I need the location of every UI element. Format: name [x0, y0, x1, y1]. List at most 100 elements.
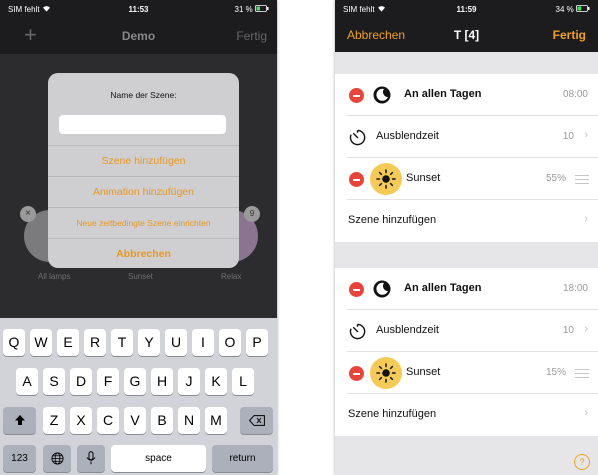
- key-z[interactable]: Z: [43, 407, 65, 434]
- battery-charging-icon: [255, 5, 269, 14]
- add-scene-button[interactable]: Szene hinzufügen: [48, 145, 239, 176]
- chevron-right-icon: ›: [584, 129, 588, 141]
- footer-area: [335, 436, 598, 475]
- sun-icon: [370, 163, 402, 195]
- fade-label: Ausblendzeit: [376, 130, 439, 142]
- key-a[interactable]: A: [16, 368, 38, 395]
- fade-time-row[interactable]: Ausblendzeit 10 ›: [335, 310, 598, 352]
- globe-key[interactable]: [43, 445, 71, 472]
- key-s[interactable]: S: [43, 368, 65, 395]
- scene-row[interactable]: Sunset 55%: [335, 158, 598, 200]
- add-animation-button[interactable]: Animation hinzufügen: [48, 176, 239, 207]
- backspace-key[interactable]: [240, 407, 273, 434]
- dictation-key[interactable]: [77, 445, 105, 472]
- battery-indicator: 31 %: [235, 5, 269, 14]
- fade-value: 10: [562, 131, 574, 142]
- microphone-icon: [86, 451, 96, 465]
- add-scene-row[interactable]: Szene hinzufügen ›: [335, 200, 598, 242]
- fade-time-row[interactable]: Ausblendzeit 10 ›: [335, 116, 598, 158]
- key-e[interactable]: E: [57, 329, 79, 356]
- scene-name: Sunset: [406, 366, 441, 378]
- scene-row[interactable]: Sunset 15%: [335, 352, 598, 394]
- add-scene-row[interactable]: Szene hinzufügen ›: [335, 394, 598, 436]
- keyboard: Q W E R T Y U I O P A S D F G H J K L Z …: [0, 318, 277, 475]
- schedule-row[interactable]: An allen Tagen 08:00: [335, 74, 598, 116]
- section-spacer: [335, 52, 598, 74]
- day-label: An allen Tagen: [404, 88, 482, 100]
- chevron-right-icon: ›: [584, 407, 588, 419]
- key-b[interactable]: B: [151, 407, 173, 434]
- chevron-right-icon: ›: [584, 323, 588, 335]
- key-r[interactable]: R: [84, 329, 106, 356]
- key-x[interactable]: X: [70, 407, 92, 434]
- scene-name-input[interactable]: [59, 115, 226, 134]
- key-y[interactable]: Y: [138, 329, 160, 356]
- timer-icon: [349, 323, 366, 340]
- key-h[interactable]: H: [151, 368, 173, 395]
- moon-icon: [373, 86, 391, 104]
- key-n[interactable]: N: [178, 407, 200, 434]
- space-key[interactable]: space: [111, 445, 206, 472]
- status-bar: SIM fehlt 11:59 34 %: [335, 0, 598, 18]
- done-button[interactable]: Fertig: [553, 28, 586, 42]
- scene-name: Sunset: [406, 172, 441, 184]
- close-icon[interactable]: ×: [20, 206, 36, 222]
- add-scene-label: Szene hinzufügen: [348, 408, 437, 420]
- battery-indicator: 34 %: [556, 5, 590, 14]
- shift-icon: [14, 415, 26, 426]
- key-g[interactable]: G: [124, 368, 146, 395]
- scene-label: Relax: [221, 272, 242, 281]
- key-q[interactable]: Q: [3, 329, 25, 356]
- add-timed-scene-button[interactable]: Neue zeitbedingte Szene einrichten: [48, 207, 239, 238]
- reorder-handle-icon[interactable]: [575, 369, 589, 380]
- shift-key[interactable]: [3, 407, 36, 434]
- scene-level: 55%: [545, 173, 566, 184]
- time-value: 08:00: [562, 89, 588, 100]
- delete-minus-icon[interactable]: [349, 366, 364, 381]
- globe-icon: [50, 452, 64, 465]
- fade-value: 10: [562, 325, 574, 336]
- key-o[interactable]: O: [219, 329, 241, 356]
- timer-icon: [349, 129, 366, 146]
- chevron-right-icon: ›: [584, 213, 588, 225]
- key-c[interactable]: C: [97, 407, 119, 434]
- sun-icon: [370, 357, 402, 389]
- numbers-key[interactable]: 123: [3, 445, 36, 472]
- cancel-button[interactable]: Abbrechen: [48, 238, 239, 268]
- key-w[interactable]: W: [30, 329, 52, 356]
- key-t[interactable]: T: [111, 329, 133, 356]
- key-k[interactable]: K: [205, 368, 227, 395]
- key-i[interactable]: I: [192, 329, 214, 356]
- right-phone-screen: SIM fehlt 11:59 34 % Abbrechen T [4] Fer…: [335, 0, 598, 475]
- add-scene-label: Szene hinzufügen: [348, 214, 437, 226]
- scene-level: 15%: [545, 367, 566, 378]
- key-v[interactable]: V: [124, 407, 146, 434]
- delete-minus-icon[interactable]: [349, 282, 364, 297]
- moon-icon: [373, 280, 391, 298]
- help-icon[interactable]: ?: [574, 454, 590, 470]
- nav-bar: Abbrechen T [4] Fertig: [335, 18, 598, 52]
- key-f[interactable]: F: [97, 368, 119, 395]
- key-l[interactable]: L: [232, 368, 254, 395]
- key-m[interactable]: M: [205, 407, 227, 434]
- reorder-handle-icon[interactable]: [575, 175, 589, 186]
- delete-minus-icon[interactable]: [349, 172, 364, 187]
- return-key[interactable]: return: [212, 445, 273, 472]
- battery-charging-icon: [576, 5, 590, 14]
- scene-label: All lamps: [38, 272, 71, 281]
- key-d[interactable]: D: [70, 368, 92, 395]
- scene-name-dialog: Name der Szene: Szene hinzufügen Animati…: [48, 73, 239, 268]
- fade-label: Ausblendzeit: [376, 324, 439, 336]
- scene-label: Sunset: [128, 272, 153, 281]
- key-j[interactable]: J: [178, 368, 200, 395]
- day-label: An allen Tagen: [404, 282, 482, 294]
- done-button[interactable]: Fertig: [236, 29, 267, 43]
- scene-count-badge: 9: [244, 206, 260, 222]
- key-p[interactable]: P: [246, 329, 268, 356]
- schedule-row[interactable]: An allen Tagen 18:00: [335, 268, 598, 310]
- time-value: 18:00: [562, 283, 588, 294]
- key-u[interactable]: U: [165, 329, 187, 356]
- delete-minus-icon[interactable]: [349, 88, 364, 103]
- nav-bar: + Demo Fertig: [0, 18, 277, 54]
- backspace-icon: [248, 414, 265, 426]
